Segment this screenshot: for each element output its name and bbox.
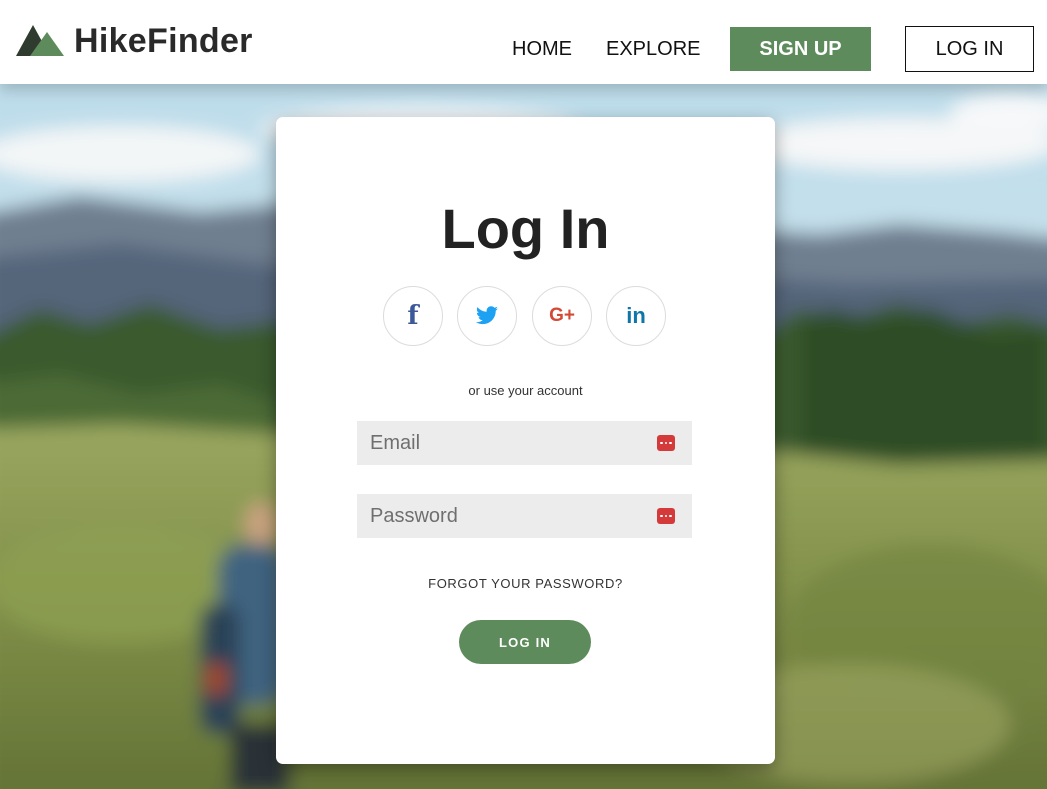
password-field[interactable] (357, 494, 692, 538)
login-card: Log In f G+ in or use your account FORGO… (276, 117, 775, 764)
email-field-container (357, 421, 692, 465)
email-field[interactable] (357, 421, 692, 465)
top-navbar: HikeFinder HOME EXPLORE SIGN UP LOG IN (0, 0, 1047, 84)
google-plus-icon: G+ (549, 305, 575, 326)
linkedin-icon: in (626, 303, 646, 328)
facebook-icon: f (407, 301, 419, 331)
mountain-logo-icon[interactable] (16, 22, 64, 58)
brand-name[interactable]: HikeFinder (74, 22, 253, 60)
nav-explore-link[interactable]: EXPLORE (606, 37, 700, 61)
twitter-login-button[interactable] (457, 286, 517, 346)
password-manager-icon[interactable] (657, 435, 675, 451)
forgot-password-link[interactable]: FORGOT YOUR PASSWORD? (276, 576, 775, 591)
login-submit-button[interactable]: LOG IN (459, 620, 591, 664)
login-title: Log In (441, 197, 610, 260)
nav-home-link[interactable]: HOME (512, 37, 572, 61)
twitter-icon (476, 306, 498, 325)
nav-login-button[interactable]: LOG IN (905, 26, 1034, 72)
alt-login-text: or use your account (468, 383, 583, 398)
linkedin-login-button[interactable]: in (606, 286, 666, 346)
signup-button[interactable]: SIGN UP (730, 27, 871, 71)
google-plus-login-button[interactable]: G+ (532, 286, 592, 346)
password-field-container (357, 494, 692, 538)
password-manager-icon[interactable] (657, 508, 675, 524)
facebook-login-button[interactable]: f (383, 286, 443, 346)
